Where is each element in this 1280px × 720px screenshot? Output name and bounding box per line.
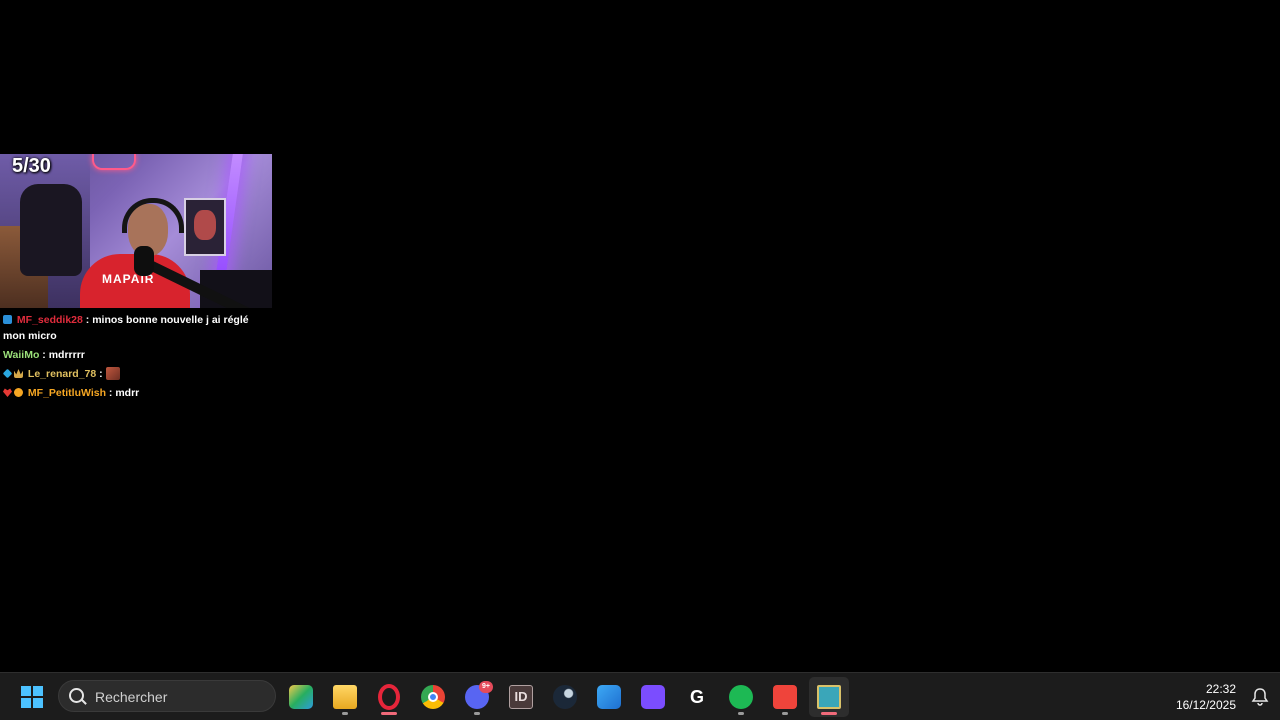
active-indicator — [821, 712, 837, 715]
clock-time: 22:32 — [1205, 682, 1236, 696]
taskbar-app-bluestacks[interactable] — [281, 677, 321, 717]
taskbar-app-anydesk[interactable] — [765, 677, 805, 717]
anydesk-icon — [773, 685, 797, 709]
chat-separator: : — [39, 349, 49, 361]
chat-separator: : — [106, 387, 116, 399]
system-clock[interactable]: 22:32 16/12/2025 — [1176, 681, 1236, 713]
taskbar-app-file-explorer[interactable] — [325, 677, 365, 717]
bluestacks-icon — [289, 685, 313, 709]
taskbar-app-spotify[interactable] — [721, 677, 761, 717]
chat-message: MF_PetitluWish : mdrr — [0, 385, 272, 401]
steam-icon — [553, 685, 577, 709]
id-app-icon: ID — [509, 685, 533, 709]
webcam-chair — [20, 184, 82, 276]
start-button[interactable] — [12, 677, 52, 717]
webcam-wall-frame — [184, 198, 226, 256]
chat-username: Le_renard_78 — [27, 368, 97, 380]
chat-separator: : — [96, 368, 106, 380]
running-indicator — [738, 712, 744, 715]
taskbar-app-logitech-g[interactable]: G — [677, 677, 717, 717]
running-indicator — [782, 712, 788, 715]
spotify-icon — [729, 685, 753, 709]
chat-message: MF_seddik28 : minos bonne nouvelle j ai … — [0, 312, 272, 344]
taskbar: 9+ ID G 22:32 16/12/2025 — [0, 672, 1280, 720]
folder-icon — [333, 685, 357, 709]
heart-badge-icon — [3, 388, 12, 397]
taskbar-app-indesign[interactable]: ID — [501, 677, 541, 717]
chat-separator: : — [82, 314, 93, 326]
chat-message: WaiiMo : mdrrrrr — [0, 347, 272, 363]
chat-username: WaiiMo — [3, 349, 40, 361]
active-indicator — [381, 712, 397, 715]
taskbar-app-opera[interactable] — [369, 677, 409, 717]
taskbar-app-steam[interactable] — [545, 677, 585, 717]
affinity-icon — [597, 685, 621, 709]
info-badge-icon — [14, 388, 23, 397]
opera-icon — [378, 684, 400, 710]
task-app-icon — [817, 685, 841, 709]
counter-text: 5/30 — [12, 155, 51, 177]
running-indicator — [342, 712, 348, 715]
windows-start-icon — [21, 686, 43, 708]
chat-overlay: MF_seddik28 : minos bonne nouvelle j ai … — [0, 312, 272, 404]
notification-bell-icon[interactable] — [1248, 685, 1272, 709]
clock-date: 16/12/2025 — [1175, 698, 1236, 712]
gem-badge-icon — [2, 368, 13, 379]
chat-text: mdrrrrr — [48, 349, 85, 361]
chat-username: MF_seddik28 — [16, 314, 83, 326]
taskbar-app-wondershare[interactable] — [633, 677, 673, 717]
taskbar-app-active-window[interactable] — [809, 677, 849, 717]
wondershare-icon — [641, 685, 665, 709]
microphone-icon — [134, 246, 154, 276]
taskbar-app-chrome[interactable] — [413, 677, 453, 717]
headset-icon — [122, 198, 184, 233]
chat-message: Le_renard_78 : — [0, 366, 272, 382]
emote-icon — [105, 367, 120, 380]
discord-notification-badge: 9+ — [479, 681, 493, 693]
taskbar-app-discord[interactable]: 9+ — [457, 677, 497, 717]
webcam-neon-sign — [92, 154, 136, 170]
search-input[interactable] — [93, 686, 267, 708]
search-icon — [69, 688, 84, 703]
moderator-badge-icon — [3, 315, 12, 324]
chat-text: mdrr — [115, 387, 140, 399]
logitech-g-icon: G — [689, 687, 704, 707]
taskbar-app-affinity[interactable] — [589, 677, 629, 717]
chrome-icon — [421, 685, 445, 709]
webcam-feed — [0, 154, 272, 308]
running-indicator — [474, 712, 480, 715]
crown-badge-icon — [14, 369, 23, 378]
chat-username: MF_PetitluWish — [27, 387, 106, 399]
taskbar-search[interactable] — [58, 680, 276, 712]
